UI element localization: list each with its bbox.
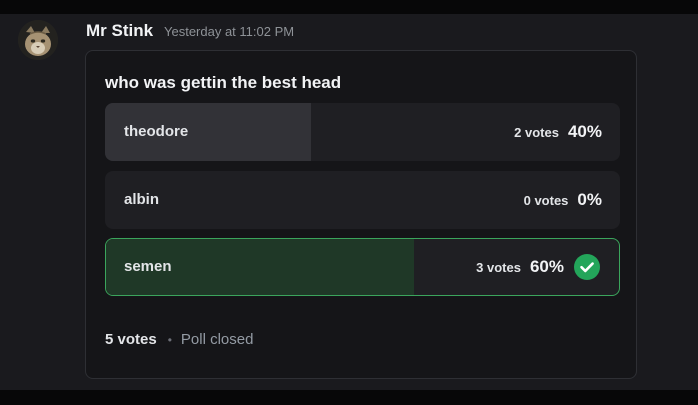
poll-answer-percent: 40%	[567, 122, 602, 141]
poll-answer-stats: 0 votes 0%	[524, 171, 602, 229]
author-name[interactable]: Mr Stink	[86, 20, 153, 42]
poll-footer: 5 votes • Poll closed	[105, 330, 253, 350]
poll-answer-semen[interactable]: semen 3 votes 60%	[105, 238, 620, 296]
poll-answer-albin[interactable]: albin 0 votes 0%	[105, 171, 620, 229]
poll-status: Poll closed	[180, 331, 254, 348]
poll-total-votes[interactable]: 5 votes	[105, 330, 157, 350]
poll-answer-label: albin	[124, 191, 160, 208]
poll-answer-label: theodore	[124, 123, 189, 140]
poll-answer-votes: 3 votes	[476, 259, 521, 275]
poll-answer-votes: 0 votes	[523, 192, 569, 208]
checkmark-icon	[574, 254, 600, 280]
separator-dot: •	[167, 333, 172, 347]
poll-answer-percent: 0%	[577, 190, 602, 209]
poll-answer-stats: 2 votes 40%	[514, 103, 602, 161]
poll-card: who was gettin the best head theodore 2 …	[85, 50, 637, 379]
poll-answer-votes: 2 votes	[514, 124, 559, 140]
poll-answer-label: semen	[124, 258, 172, 275]
message-timestamp: Yesterday at 11:02 PM	[164, 24, 295, 39]
user-avatar[interactable]	[18, 20, 58, 60]
cat-avatar-icon	[18, 20, 58, 60]
poll-question: who was gettin the best head	[105, 73, 342, 92]
poll-answer-percent: 60%	[529, 257, 564, 276]
poll-answer-stats: 3 votes 60%	[476, 239, 600, 295]
poll-answer-theodore[interactable]: theodore 2 votes 40%	[105, 103, 620, 161]
